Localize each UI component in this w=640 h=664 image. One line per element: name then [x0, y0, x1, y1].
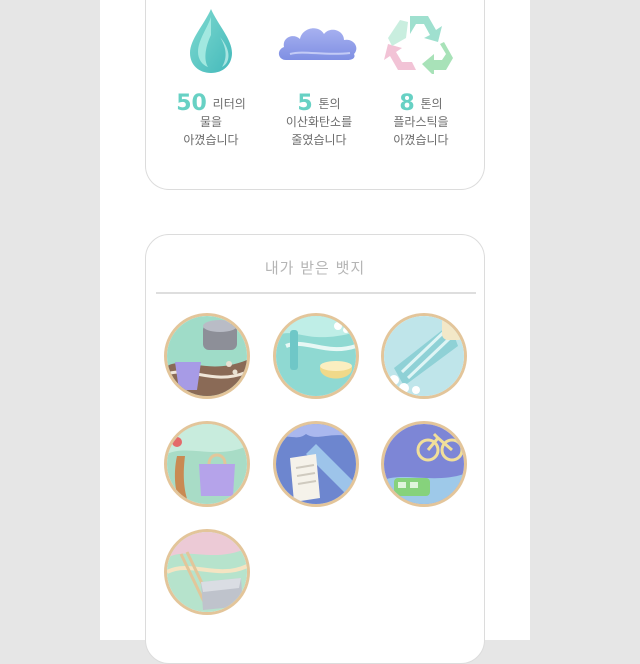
water-drop-icon — [156, 7, 266, 75]
stat-unit: 톤의 — [318, 97, 341, 111]
phone-screen: 50 리터의 물을 아꼈습니다 5 톤의 이산화탄소를 줄였습니다 8 톤의 플… — [100, 0, 530, 664]
stat-unit: 리터의 — [212, 97, 246, 111]
stat-unit: 톤의 — [420, 97, 443, 111]
stat-line: 아꼈습니다 — [183, 133, 239, 147]
savings-card: 50 리터의 물을 아꼈습니다 5 톤의 이산화탄소를 줄였습니다 8 톤의 플… — [145, 0, 485, 190]
shower-badge-icon[interactable] — [381, 313, 467, 399]
recycle-icon — [366, 8, 476, 74]
paper-badge-icon[interactable] — [273, 421, 359, 507]
stat-line: 물을 — [199, 115, 223, 129]
cloud-icon — [264, 20, 374, 64]
stat-line: 이산화탄소를 — [285, 115, 353, 129]
bicycle-bus-badge-icon[interactable] — [381, 421, 467, 507]
stat-line: 줄였습니다 — [291, 133, 347, 147]
stat-line: 아꼈습니다 — [393, 133, 449, 147]
coffee-cup-badge-icon[interactable] — [164, 313, 250, 399]
divider — [156, 292, 476, 294]
lunchbox-chopsticks-badge-icon[interactable] — [164, 529, 250, 615]
badges-title: 내가 받은 뱃지 — [264, 259, 366, 277]
toothbrush-soap-badge-icon[interactable] — [273, 313, 359, 399]
stat-line: 플라스틱을 — [393, 115, 449, 129]
badges-card: 내가 받은 뱃지 — [145, 234, 485, 664]
shopping-bag-badge-icon[interactable] — [164, 421, 250, 507]
